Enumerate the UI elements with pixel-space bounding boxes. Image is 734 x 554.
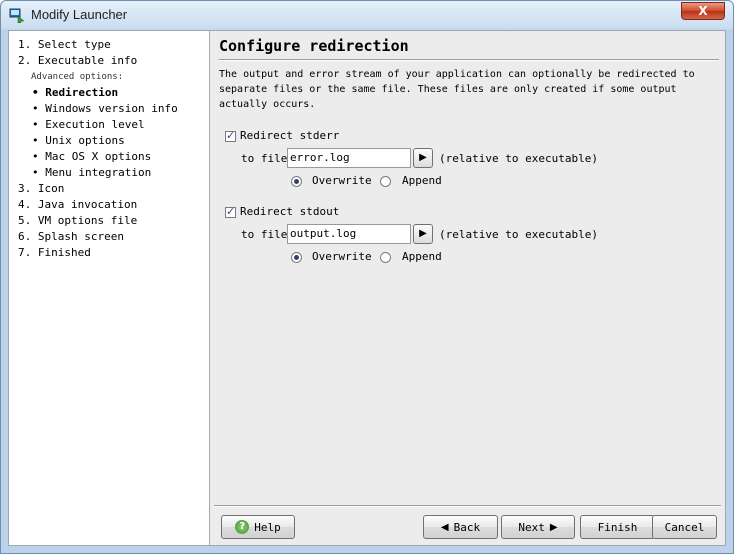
step-windows-version-info[interactable]: • Windows version info <box>32 102 178 115</box>
stdout-append-label: Append <box>402 250 442 263</box>
step-executable-info[interactable]: 2. Executable info <box>18 54 137 67</box>
stderr-file-chooser-button[interactable]: ▶ <box>413 148 433 168</box>
arrow-left-icon: ◀ <box>440 521 449 533</box>
stdout-file-input[interactable]: output.log <box>287 224 411 244</box>
step-mac-os-x-options[interactable]: • Mac OS X options <box>32 150 151 163</box>
redirect-stdout-checkbox[interactable] <box>225 205 236 218</box>
cancel-button-label: Cancel <box>664 520 705 534</box>
dialog-body: 1. Select type 2. Executable info Advanc… <box>8 30 726 546</box>
next-button[interactable]: Next ▶ <box>501 515 575 539</box>
redirect-stderr-label: Redirect stderr <box>240 129 340 142</box>
step-finished[interactable]: 7. Finished <box>18 246 91 259</box>
step-icon[interactable]: 3. Icon <box>18 182 64 195</box>
content-panel: Configure redirection The output and err… <box>210 31 725 545</box>
description-line: actually occurs. <box>219 99 316 110</box>
step-select-type[interactable]: 1. Select type <box>18 38 111 51</box>
title-bar: Modify Launcher X <box>1 1 733 29</box>
step-splash-screen[interactable]: 6. Splash screen <box>18 230 124 243</box>
step-menu-integration[interactable]: • Menu integration <box>32 166 151 179</box>
stderr-append-label: Append <box>402 174 442 187</box>
help-button-label: Help <box>254 520 281 534</box>
stderr-overwrite-radio[interactable] <box>291 176 302 187</box>
stderr-overwrite-label: Overwrite <box>312 174 372 187</box>
finish-button-label: Finish <box>597 520 638 534</box>
back-button[interactable]: ◀ Back <box>423 515 498 539</box>
heading-divider <box>219 59 719 61</box>
help-icon: ? <box>235 520 250 534</box>
stdout-append-radio[interactable] <box>380 252 391 263</box>
help-button[interactable]: ? Help <box>221 515 295 539</box>
window: Modify Launcher X 1. Select type 2. Exec… <box>0 0 734 554</box>
launcher-icon <box>9 8 25 23</box>
stdout-relative-hint: (relative to executable) <box>439 228 598 241</box>
finish-button[interactable]: Finish <box>580 515 655 539</box>
redirect-stderr-checkbox[interactable] <box>225 129 236 142</box>
redirect-stdout-label: Redirect stdout <box>240 205 340 218</box>
stdout-overwrite-label: Overwrite <box>312 250 372 263</box>
description-line: separate files or the same file. These f… <box>219 84 677 95</box>
step-unix-options[interactable]: • Unix options <box>32 134 125 147</box>
arrow-right-icon: ▶ <box>419 152 427 163</box>
page-title: Configure redirection <box>219 37 409 55</box>
step-vm-options-file[interactable]: 5. VM options file <box>18 214 137 227</box>
next-button-label: Next <box>518 520 545 534</box>
stderr-file-label: to file <box>241 152 288 165</box>
cancel-button[interactable]: Cancel <box>652 515 717 539</box>
advanced-options-caption: Advanced options: <box>31 72 124 82</box>
wizard-steps-sidebar: 1. Select type 2. Executable info Advanc… <box>9 31 210 545</box>
arrow-right-icon: ▶ <box>419 228 427 239</box>
footer-divider <box>214 505 721 507</box>
stderr-file-input[interactable]: error.log <box>287 148 411 168</box>
stderr-relative-hint: (relative to executable) <box>439 152 598 165</box>
stdout-file-label: to file <box>241 228 288 241</box>
arrow-right-icon: ▶ <box>549 521 558 533</box>
back-button-label: Back <box>453 520 481 534</box>
description: The output and error stream of your appl… <box>219 67 714 112</box>
step-execution-level[interactable]: • Execution level <box>32 118 145 131</box>
stdout-file-chooser-button[interactable]: ▶ <box>413 224 433 244</box>
description-line: The output and error stream of your appl… <box>219 69 695 80</box>
stderr-append-radio[interactable] <box>380 176 391 187</box>
step-java-invocation[interactable]: 4. Java invocation <box>18 198 137 211</box>
stdout-overwrite-radio[interactable] <box>291 252 302 263</box>
close-button[interactable]: X <box>681 2 725 20</box>
step-redirection[interactable]: • Redirection <box>32 86 118 99</box>
window-title: Modify Launcher <box>31 7 128 22</box>
